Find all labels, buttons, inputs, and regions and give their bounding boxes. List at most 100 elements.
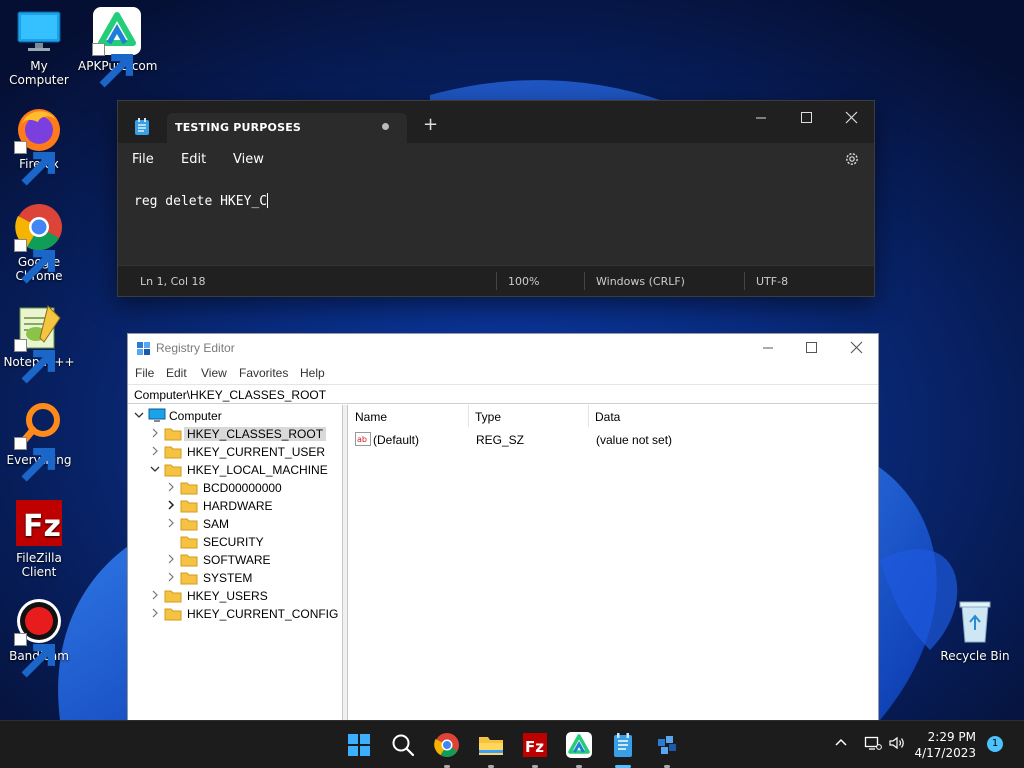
menu-file[interactable]: File [132, 152, 154, 167]
registry-tree: Computer HKEY_CLASSES_ROOT HKEY_CURRENT_… [128, 405, 343, 721]
desktop-icon-apkpure[interactable]: APKPure.com [78, 6, 157, 88]
system-clock[interactable]: 2:29 PM 4/17/2023 [914, 729, 976, 761]
folder-icon [164, 446, 182, 459]
notepad-window[interactable]: TESTING PURPOSES + File Edit View reg de… [117, 100, 875, 297]
tree-node-software[interactable]: SOFTWARE [166, 551, 341, 569]
notepad-titlebar[interactable]: TESTING PURPOSES + [118, 101, 874, 143]
minimize-button[interactable] [755, 339, 781, 357]
tree-node-hkey-classes-root[interactable]: HKEY_CLASSES_ROOT [150, 425, 340, 443]
regedit-title: Registry Editor [156, 341, 235, 355]
unsaved-dot-icon[interactable] [382, 123, 389, 130]
column-header-label: Data [595, 410, 621, 424]
desktop-icon-everything[interactable]: Everything [0, 400, 78, 482]
tree-node-system[interactable]: SYSTEM [166, 569, 341, 587]
desktop-icon-filezilla[interactable]: Fz FileZilla Client [0, 498, 78, 579]
desktop-icon-label: FileZilla Client [16, 551, 62, 579]
tree-node-hkey-current-user[interactable]: HKEY_CURRENT_USER [150, 443, 340, 461]
tree-node-hkey-current-config[interactable]: HKEY_CURRENT_CONFIG [150, 605, 340, 623]
menu-edit[interactable]: Edit [166, 366, 187, 380]
column-header-type[interactable]: Type [469, 405, 589, 427]
notepad-tab[interactable]: TESTING PURPOSES [135, 113, 407, 143]
notepad-text-area[interactable]: reg delete HKEY_C [118, 177, 874, 265]
chevron-right-icon[interactable] [166, 572, 176, 582]
desktop-icon-google-chrome[interactable]: Google Chrome [0, 202, 78, 284]
status-separator [744, 272, 745, 290]
string-value-icon: ab [355, 432, 371, 449]
desktop-icon-recycle-bin[interactable]: Recycle Bin [936, 596, 1014, 663]
new-tab-button[interactable]: + [423, 116, 438, 134]
column-header-data[interactable]: Data [589, 405, 877, 427]
menu-file[interactable]: File [135, 366, 154, 380]
status-zoom[interactable]: 100% [508, 275, 539, 288]
file-explorer-icon[interactable] [477, 731, 505, 759]
volume-icon[interactable] [888, 735, 906, 755]
tree-node-label: SOFTWARE [203, 553, 271, 567]
chevron-down-icon[interactable] [150, 464, 160, 474]
apkpure-icon[interactable] [565, 731, 593, 759]
tree-node-hardware[interactable]: HARDWARE [166, 497, 341, 515]
registry-editor-icon[interactable] [653, 731, 681, 759]
tree-node-label: HKEY_USERS [187, 589, 268, 603]
chevron-right-icon[interactable] [150, 608, 160, 618]
shortcut-arrow-icon [14, 633, 56, 678]
menu-view[interactable]: View [201, 366, 227, 380]
folder-icon [180, 554, 198, 567]
close-button[interactable] [843, 339, 869, 357]
regedit-menubar: File Edit View Favorites Help [128, 362, 878, 384]
notification-badge[interactable]: 1 [987, 736, 1003, 752]
svg-text:ab: ab [357, 435, 367, 444]
chevron-right-icon[interactable] [166, 554, 176, 564]
chevron-right-icon[interactable] [150, 590, 160, 600]
tree-node-computer[interactable]: Computer [134, 407, 334, 425]
filezilla-icon[interactable]: Fz [521, 731, 549, 759]
search-icon[interactable] [389, 731, 417, 759]
folder-icon [164, 590, 182, 603]
column-header-label: Type [475, 410, 502, 424]
status-line-ending[interactable]: Windows (CRLF) [596, 275, 685, 288]
tree-node-bcd00000000[interactable]: BCD00000000 [166, 479, 341, 497]
tree-node-label: HKEY_LOCAL_MACHINE [187, 463, 328, 477]
tree-node-hkey-local-machine[interactable]: HKEY_LOCAL_MACHINE [150, 461, 340, 479]
tree-node-hkey-users[interactable]: HKEY_USERS [150, 587, 340, 605]
menu-favorites[interactable]: Favorites [239, 366, 288, 380]
clock-date: 4/17/2023 [914, 746, 976, 760]
windows-start-icon[interactable] [345, 731, 373, 759]
chrome-icon[interactable] [433, 731, 461, 759]
menu-help[interactable]: Help [300, 366, 325, 380]
close-button[interactable] [838, 109, 864, 127]
maximize-button[interactable] [798, 339, 824, 357]
gear-icon[interactable] [844, 151, 860, 171]
shortcut-arrow-icon [14, 141, 56, 186]
taskbar: Fz 2:29 PM 4/17/2023 1 [0, 720, 1024, 768]
chevron-right-icon[interactable] [150, 446, 160, 456]
menu-view[interactable]: View [233, 152, 264, 167]
pane-splitter[interactable] [343, 405, 348, 721]
chevron-up-icon[interactable] [833, 735, 849, 755]
desktop-icon-firefox[interactable]: Firefox [0, 104, 78, 186]
shortcut-arrow-icon [14, 339, 56, 384]
chevron-right-icon[interactable] [166, 518, 176, 528]
chevron-right-icon[interactable] [166, 500, 176, 510]
status-separator [584, 272, 585, 290]
value-data: (value not set) [596, 433, 673, 447]
desktop-icon-my-computer[interactable]: My Computer [0, 6, 78, 87]
column-header-name[interactable]: Name [349, 405, 469, 427]
tree-node-sam[interactable]: SAM [166, 515, 341, 533]
address-bar[interactable]: Computer\HKEY_CLASSES_ROOT [128, 384, 878, 404]
tree-node-security[interactable]: SECURITY [166, 533, 341, 551]
regedit-titlebar[interactable]: Registry Editor [128, 334, 878, 362]
desktop-icon-notepad-plus-plus[interactable]: Notepad++ [0, 302, 78, 384]
desktop-icon-bandicam[interactable]: Bandicam [0, 596, 78, 678]
network-icon[interactable] [864, 735, 882, 755]
menu-edit[interactable]: Edit [181, 152, 206, 167]
status-encoding[interactable]: UTF-8 [756, 275, 788, 288]
chevron-down-icon[interactable] [134, 410, 144, 420]
apkpure-icon [92, 6, 142, 88]
chevron-right-icon[interactable] [150, 428, 160, 438]
maximize-button[interactable] [793, 109, 819, 127]
status-cursor-position: Ln 1, Col 18 [140, 275, 206, 288]
minimize-button[interactable] [748, 109, 774, 127]
notepad-icon[interactable] [609, 731, 637, 759]
registry-editor-window[interactable]: Registry Editor File Edit View Favorites… [127, 333, 879, 721]
chevron-right-icon[interactable] [166, 482, 176, 492]
